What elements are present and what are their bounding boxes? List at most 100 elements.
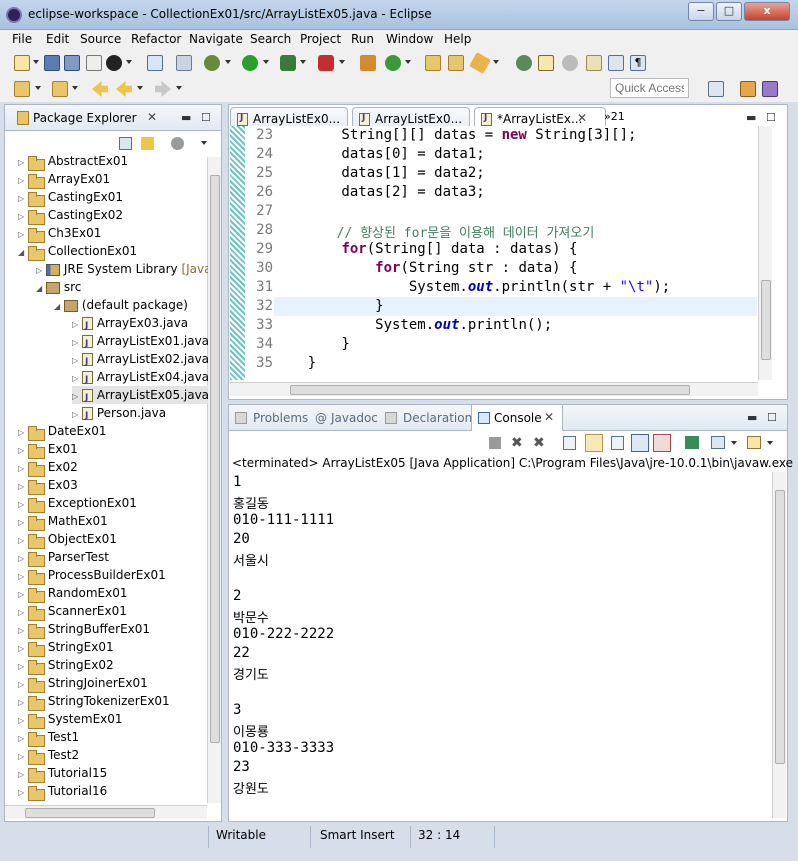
- explorer-h-scrollbar[interactable]: [5, 805, 207, 819]
- close-icon[interactable]: ✕: [577, 111, 587, 125]
- editor-h-scrollbar[interactable]: [230, 382, 758, 396]
- menu-navigate[interactable]: Navigate: [189, 32, 243, 46]
- tree-item-tutorial16[interactable]: ▷ Tutorial16: [18, 782, 107, 801]
- scrollbar-thumb[interactable]: [290, 385, 690, 395]
- java-perspective-icon[interactable]: [740, 81, 756, 97]
- chevron-down-icon[interactable]: [72, 86, 78, 90]
- eclipse-app-icon[interactable]: [6, 7, 22, 23]
- tree-item-processbuilderex01[interactable]: ▷ ProcessBuilderEx01: [18, 566, 166, 585]
- pilcrow-icon[interactable]: ¶: [630, 55, 646, 71]
- annotation-icon[interactable]: [516, 55, 532, 71]
- minimize-view-icon[interactable]: ▬: [747, 411, 757, 424]
- menu-edit[interactable]: Edit: [46, 32, 69, 46]
- chevron-down-icon[interactable]: [263, 60, 269, 64]
- search-icon[interactable]: [469, 52, 491, 74]
- chevron-down-icon[interactable]: [767, 441, 773, 445]
- chevron-down-icon[interactable]: [225, 60, 231, 64]
- chevron-down-icon[interactable]: [405, 60, 411, 64]
- menu-help[interactable]: Help: [444, 32, 471, 46]
- terminate-icon[interactable]: [489, 437, 501, 449]
- tree-item-arraylistex02[interactable]: ▷ ArrayListEx02.java: [72, 350, 208, 371]
- open-console-icon[interactable]: [747, 436, 761, 449]
- menu-search[interactable]: Search: [250, 32, 291, 46]
- skip-breakpoints-icon[interactable]: [176, 55, 192, 71]
- chevron-down-icon[interactable]: [137, 86, 143, 90]
- tree-item-tutorial15[interactable]: ▷ Tutorial15: [18, 764, 107, 783]
- next-annotation-icon[interactable]: [14, 81, 30, 97]
- tree-item-systemex01[interactable]: ▷ SystemEx01: [18, 710, 123, 729]
- tree-item-stringjoinerex01[interactable]: ▷ StringJoinerEx01: [18, 674, 148, 693]
- maximize-view-icon[interactable]: ☐: [767, 411, 777, 424]
- chevron-down-icon[interactable]: [731, 441, 737, 445]
- menu-refactor[interactable]: Refactor: [131, 32, 181, 46]
- menu-source[interactable]: Source: [80, 32, 121, 46]
- tree-item-arraylistex04[interactable]: ▷ ArrayListEx04.java: [72, 368, 208, 389]
- view-menu-icon[interactable]: [201, 141, 207, 145]
- chevron-down-icon[interactable]: [493, 60, 499, 64]
- tree-item-test2[interactable]: ▷ Test2: [18, 746, 79, 765]
- scrollbar-thumb[interactable]: [25, 808, 155, 818]
- tree-item-stringex01[interactable]: ▷ StringEx01: [18, 638, 114, 657]
- remove-launch-icon[interactable]: ✖: [511, 435, 523, 451]
- scrollbar-thumb[interactable]: [761, 280, 771, 360]
- scroll-lock-icon[interactable]: [585, 434, 603, 452]
- tree-item-castingex02[interactable]: ▷ CastingEx02: [18, 206, 123, 225]
- run-icon[interactable]: [242, 55, 258, 71]
- menu-project[interactable]: Project: [300, 32, 341, 46]
- console-scrollbar[interactable]: [772, 472, 786, 818]
- pin-console-icon[interactable]: [685, 436, 699, 449]
- user-icon[interactable]: [106, 55, 122, 71]
- tree-item-jre-system-library[interactable]: ▷ JRE System Library [Java: [36, 260, 208, 278]
- tree-item-test1[interactable]: ▷ Test1: [18, 728, 79, 747]
- minimize-button[interactable]: −: [688, 2, 714, 21]
- tree-item-stringex02[interactable]: ▷ StringEx02: [18, 656, 114, 675]
- tree-item-arrayex03[interactable]: ▷ ArrayEx03.java: [72, 314, 188, 335]
- previous-annotation-icon[interactable]: [52, 81, 68, 97]
- tree-item-parsertest[interactable]: ▷ ParserTest: [18, 548, 109, 567]
- display-console-icon[interactable]: [711, 436, 725, 449]
- tab-overflow-indicator[interactable]: »21: [604, 110, 625, 123]
- tree-item-default-package[interactable]: ◢ (default package): [54, 296, 188, 314]
- debug-icon[interactable]: [204, 55, 220, 71]
- scrollbar-thumb[interactable]: [210, 175, 220, 743]
- external-tools-icon[interactable]: [318, 55, 334, 71]
- tree-item-arraylistex05[interactable]: ▷ ArrayListEx05.java: [72, 386, 208, 407]
- focus-icon[interactable]: [171, 137, 184, 150]
- tree-item-arraylistex01[interactable]: ▷ ArrayListEx01.java: [72, 332, 208, 353]
- tree-item-src[interactable]: ◢ src: [36, 278, 81, 296]
- minimize-view-icon[interactable]: ▬: [746, 111, 756, 124]
- tree-item-mathex01[interactable]: ▷ MathEx01: [18, 512, 108, 531]
- tab-javadoc[interactable]: Javadoc: [331, 411, 378, 425]
- new-java-project-icon[interactable]: [360, 55, 376, 71]
- forward-arrow-icon[interactable]: [155, 81, 171, 97]
- tree-item-abstractex01[interactable]: ▷ AbstractEx01: [18, 152, 128, 171]
- new-icon[interactable]: [14, 55, 30, 71]
- close-button[interactable]: x: [744, 2, 790, 21]
- maximize-view-icon[interactable]: ☐: [766, 111, 776, 124]
- tree-item-stringbufferex01[interactable]: ▷ StringBufferEx01: [18, 620, 150, 639]
- coverage-icon[interactable]: [280, 55, 296, 71]
- maximize-view-icon[interactable]: ☐: [201, 111, 211, 124]
- chevron-down-icon[interactable]: [300, 60, 306, 64]
- close-icon[interactable]: ✕: [147, 110, 157, 124]
- chevron-down-icon[interactable]: [33, 60, 39, 64]
- tree-item-arrayex01[interactable]: ▷ ArrayEx01: [18, 170, 110, 189]
- tree-item-ex03[interactable]: ▷ Ex03: [18, 476, 78, 495]
- tree-item-ch3ex01[interactable]: ▷ Ch3Ex01: [18, 224, 101, 243]
- console-view-icon[interactable]: [147, 55, 163, 71]
- new-class-icon[interactable]: [385, 55, 401, 71]
- back-arrow-icon[interactable]: [116, 81, 132, 97]
- link-editor-icon[interactable]: [141, 137, 154, 150]
- tree-item-ex02[interactable]: ▷ Ex02: [18, 458, 78, 477]
- tab-problems[interactable]: Problems: [253, 411, 308, 425]
- minimize-view-icon[interactable]: ▬: [181, 111, 191, 124]
- chevron-down-icon[interactable]: [176, 86, 182, 90]
- tree-item-scannerex01[interactable]: ▷ ScannerEx01: [18, 602, 127, 621]
- close-icon[interactable]: ✕: [544, 410, 554, 424]
- tree-item-dateex01[interactable]: ▷ DateEx01: [18, 422, 106, 441]
- menu-run[interactable]: Run: [351, 32, 374, 46]
- tree-item-objectex01[interactable]: ▷ ObjectEx01: [18, 530, 117, 549]
- last-edit-icon[interactable]: [92, 81, 108, 97]
- package-explorer-title[interactable]: Package Explorer: [33, 111, 137, 125]
- menu-window[interactable]: Window: [386, 32, 433, 46]
